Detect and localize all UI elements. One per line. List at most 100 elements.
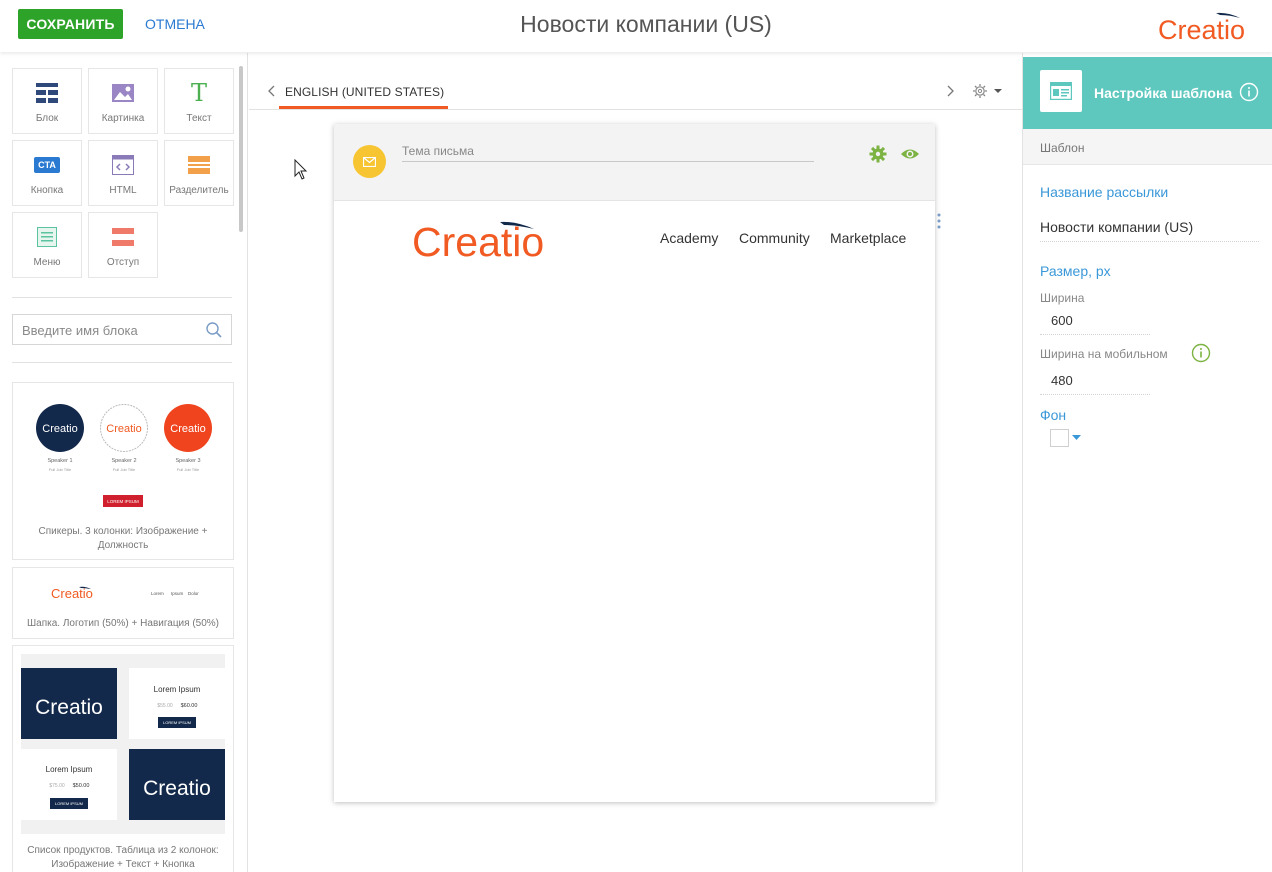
email-canvas: ENGLISH (UNITED STATES) Тема письма Crea…	[249, 53, 1022, 872]
speakers-button-label: LOREM IPSUM	[107, 499, 139, 504]
info-icon[interactable]	[1191, 343, 1211, 363]
subject-field[interactable]: Тема письма	[402, 142, 814, 162]
nav-link-academy[interactable]: Academy	[660, 230, 718, 246]
nav-link-marketplace[interactable]: Marketplace	[830, 230, 906, 246]
drag-handle-icon[interactable]	[936, 212, 942, 230]
header-preview-nav: Lorem	[151, 591, 164, 596]
block-grid-icon	[36, 83, 58, 103]
block-search-input[interactable]	[22, 320, 202, 340]
template-header[interactable]: Creatio Lorem Ipsum Dolor Шапка. Логотип…	[12, 567, 234, 639]
top-bar: СОХРАНИТЬ ОТМЕНА Новости компании (US) C…	[0, 0, 1272, 52]
settings-section: Шаблон	[1023, 129, 1272, 165]
creatio-logo: Creatio	[1158, 12, 1245, 43]
width-label: Ширина	[1040, 291, 1085, 305]
product-title: Lorem Ipsum	[154, 685, 201, 694]
palette-item-label: Картинка	[101, 113, 145, 124]
info-icon[interactable]	[1239, 82, 1259, 102]
speaker-name: Speaker 1	[47, 458, 72, 464]
language-bar: ENGLISH (UNITED STATES)	[249, 53, 1022, 110]
speaker-title: Full Job Title	[49, 467, 72, 472]
product-button-label: LOREM IPSUM	[163, 720, 191, 725]
email-template[interactable]: Тема письма Creatio Academy Community Ma…	[334, 124, 935, 802]
product-title: Lorem Ipsum	[46, 765, 93, 774]
product-image-brand: Creatio	[143, 777, 211, 800]
gear-icon[interactable]	[869, 145, 887, 163]
palette-item-block[interactable]: Блок	[12, 68, 82, 134]
product-price: $50.00	[73, 783, 90, 789]
template-caption: Спикеры. 3 колонки: Изображение + Должно…	[38, 526, 208, 551]
palette-item-label: Разделитель	[169, 185, 229, 196]
mobile-width-field[interactable]: 480	[1040, 373, 1150, 395]
product-old-price: $75.00	[49, 783, 65, 789]
blocks-panel: Блок Картинка T Текст CTA Кнопка HTML Ра…	[0, 53, 248, 872]
header-preview-nav: Dolor	[188, 591, 199, 596]
language-settings-icon[interactable]	[971, 81, 1005, 101]
mailing-name-field[interactable]: Новости компании (US)	[1040, 219, 1259, 242]
palette-item-text[interactable]: T Текст	[164, 68, 234, 134]
template-speakers[interactable]: Creatio Creatio Creatio Speaker 1 Speake…	[12, 382, 234, 560]
cta-button-icon: CTA	[34, 157, 60, 173]
palette-item-spacer[interactable]: Отступ	[88, 212, 158, 278]
header-preview: Creatio Lorem Ipsum Dolor	[51, 586, 199, 601]
image-icon	[112, 84, 134, 102]
settings-header: Настройка шаблона	[1023, 57, 1272, 129]
mobile-width-label: Ширина на мобильном	[1040, 347, 1168, 361]
envelope-icon	[353, 145, 386, 178]
template-products[interactable]: Creatio Lorem Ipsum $55.00 $60.00 LOREM …	[12, 645, 234, 872]
menu-icon	[37, 227, 57, 247]
settings-title: Настройка шаблона	[1094, 85, 1233, 101]
eye-icon[interactable]	[900, 145, 920, 163]
creatio-logo[interactable]: Creatio	[412, 216, 557, 262]
speaker-name: Speaker 3	[175, 458, 200, 464]
background-label: Фон	[1040, 407, 1067, 423]
products-preview: Creatio Lorem Ipsum $55.00 $60.00 LOREM …	[21, 654, 225, 834]
settings-section-label: Шаблон	[1040, 141, 1085, 155]
email-logo-text: Creatio	[412, 219, 544, 262]
palette-item-label: Кнопка	[30, 185, 64, 196]
spacer-icon	[112, 228, 134, 246]
palette-item-menu[interactable]: Меню	[12, 212, 82, 278]
palette-item-label: Меню	[33, 257, 61, 268]
email-designer: СОХРАНИТЬ ОТМЕНА Новости компании (US) C…	[0, 0, 1272, 872]
brand-logo-text: Creatio	[1158, 15, 1245, 43]
width-field[interactable]: 600	[1040, 313, 1150, 335]
product-button-label: LOREM IPSUM	[55, 801, 83, 806]
header-preview-nav: Ipsum	[171, 591, 184, 596]
palette-item-divider[interactable]: Разделитель	[164, 140, 234, 206]
palette-item-label: Отступ	[106, 257, 140, 268]
search-icon[interactable]	[205, 321, 223, 339]
email-header-bar: Тема письма	[334, 124, 935, 201]
nav-link-community[interactable]: Community	[739, 230, 810, 246]
palette-item-label: HTML	[109, 185, 137, 196]
speaker-name: Speaker 2	[111, 458, 136, 464]
speakers-preview: Creatio Creatio Creatio Speaker 1 Speake…	[36, 404, 212, 507]
palette-item-button[interactable]: CTA Кнопка	[12, 140, 82, 206]
palette-item-image[interactable]: Картинка	[88, 68, 158, 134]
block-search	[12, 314, 232, 345]
subject-placeholder: Тема письма	[402, 144, 474, 158]
palette-item-label: Блок	[35, 113, 59, 124]
divider-icon	[188, 156, 210, 174]
mouse-cursor-icon	[294, 159, 308, 180]
chevron-right-icon[interactable]	[943, 83, 957, 99]
palette-scrollbar[interactable]	[239, 66, 243, 232]
speaker-title: Full Job Title	[113, 467, 136, 472]
chevron-left-icon[interactable]	[265, 83, 279, 99]
background-color-swatch[interactable]	[1050, 429, 1069, 447]
active-tab-indicator	[279, 106, 448, 109]
speaker-avatar-brand: Creatio	[106, 423, 141, 435]
speaker-title: Full Job Title	[177, 467, 200, 472]
product-old-price: $55.00	[157, 703, 173, 709]
chevron-down-icon[interactable]	[1072, 435, 1081, 441]
tab-language[interactable]: ENGLISH (UNITED STATES)	[285, 85, 444, 99]
product-image-brand: Creatio	[35, 696, 103, 719]
divider	[12, 362, 232, 363]
header-preview-brand: Creatio	[51, 586, 93, 601]
product-price: $60.00	[181, 703, 198, 709]
template-settings-icon	[1040, 70, 1082, 112]
palette-item-html[interactable]: HTML	[88, 140, 158, 206]
speaker-avatar-brand: Creatio	[170, 423, 205, 435]
palette-item-label: Текст	[186, 113, 212, 124]
template-settings-panel: Настройка шаблона Шаблон Название рассыл…	[1022, 53, 1272, 872]
page-title: Новости компании (US)	[520, 11, 772, 37]
